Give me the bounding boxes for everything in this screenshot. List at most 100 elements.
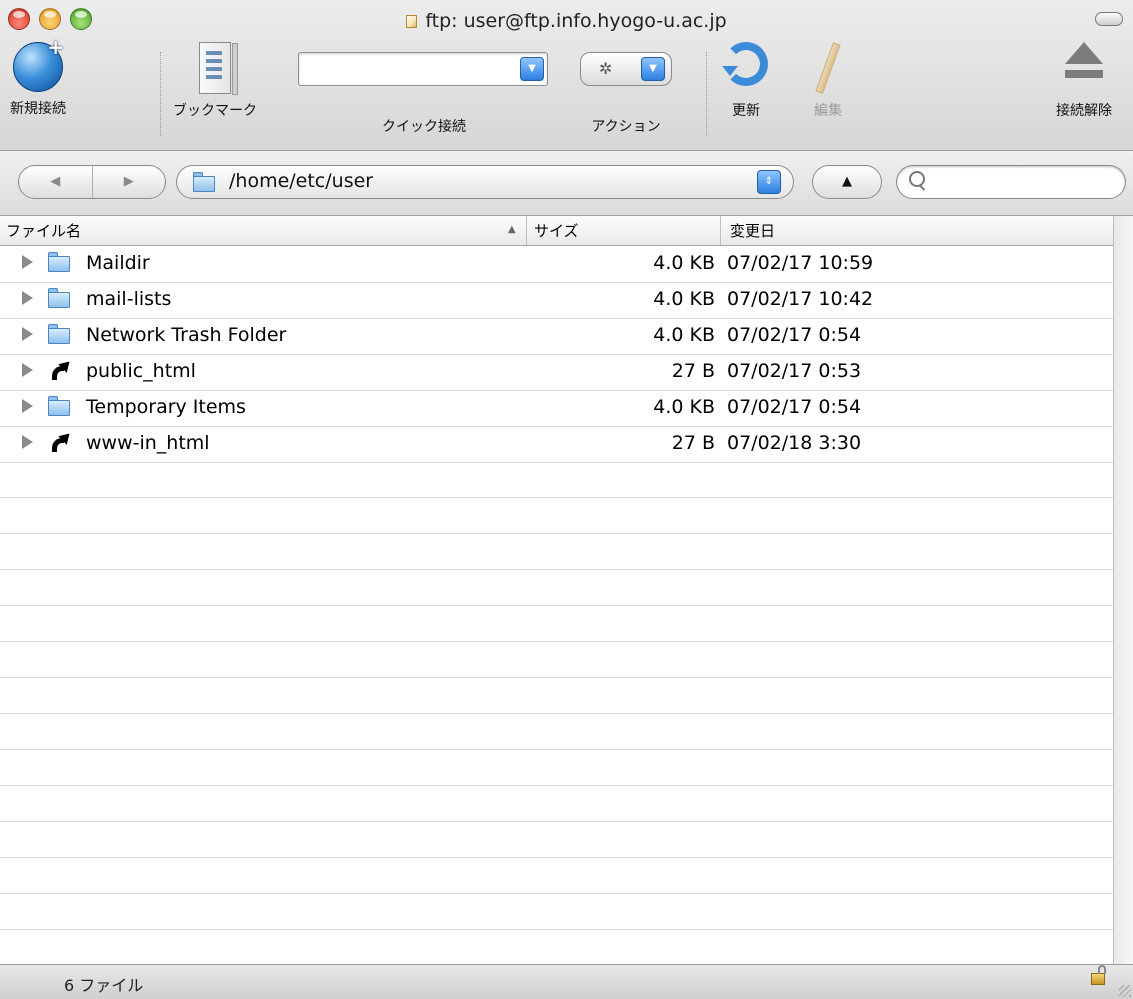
empty-row-line <box>0 605 1113 606</box>
parent-directory-button[interactable]: ▲ <box>812 165 882 199</box>
action-label: アクション <box>591 119 661 135</box>
column-header-row: ファイル名 ▲ サイズ 変更日 <box>0 216 1113 246</box>
file-row[interactable]: public_html 27 B 07/02/17 0:53 <box>0 354 1113 391</box>
quick-connect-caption: クイック接続 <box>334 100 514 136</box>
globe-plus-icon <box>13 35 64 92</box>
file-row[interactable]: Maildir 4.0 KB 07/02/17 10:59 <box>0 246 1113 283</box>
file-count: 6 ファイル <box>64 976 144 995</box>
symlink-icon <box>48 432 70 454</box>
file-name: Network Trash Folder <box>86 324 287 346</box>
new-connection-button[interactable]: 新規接続 <box>2 35 74 118</box>
file-modified: 07/02/17 0:54 <box>727 324 862 346</box>
file-row[interactable]: mail-lists 4.0 KB 07/02/17 10:42 <box>0 282 1113 319</box>
file-list: Maildir 4.0 KB 07/02/17 10:59 mail-lists… <box>0 246 1113 964</box>
file-row[interactable]: Temporary Items 4.0 KB 07/02/17 0:54 <box>0 390 1113 427</box>
bookmark-list-icon <box>199 42 238 95</box>
empty-row-line <box>0 929 1113 930</box>
forward-button[interactable]: ▶ <box>93 166 166 198</box>
search-field[interactable] <box>896 165 1126 199</box>
new-connection-label: 新規接続 <box>10 101 66 117</box>
empty-row-line <box>0 533 1113 534</box>
column-header-name[interactable]: ファイル名 <box>6 220 81 241</box>
edit-label: 編集 <box>814 103 842 119</box>
current-path: /home/etc/user <box>229 170 374 192</box>
disconnect-label: 接続解除 <box>1056 103 1112 119</box>
file-name: mail-lists <box>86 288 172 310</box>
file-modified: 07/02/17 0:54 <box>727 396 862 418</box>
file-modified: 07/02/17 10:42 <box>727 288 874 310</box>
empty-row-line <box>0 749 1113 750</box>
disclosure-triangle-icon[interactable] <box>22 291 33 305</box>
search-input[interactable] <box>931 170 1115 196</box>
empty-row-line <box>0 713 1113 714</box>
pencil-icon <box>815 42 841 94</box>
quick-connect-dropdown-arrow-icon[interactable]: ▼ <box>520 57 544 81</box>
folder-icon <box>193 172 215 192</box>
disclosure-triangle-icon[interactable] <box>22 327 33 341</box>
bookmarks-label: ブックマーク <box>173 103 257 119</box>
empty-row-line <box>0 569 1113 570</box>
file-size: 27 B <box>671 432 715 454</box>
bookmarks-button[interactable]: ブックマーク <box>150 42 280 120</box>
file-name: Maildir <box>86 252 150 274</box>
status-bar: 6 ファイル <box>0 964 1133 999</box>
column-header-modified[interactable]: 変更日 <box>730 220 775 241</box>
gear-icon: ✲ <box>599 59 613 78</box>
empty-row-line <box>0 497 1113 498</box>
column-header-size[interactable]: サイズ <box>534 220 579 241</box>
quick-connect-input[interactable] <box>305 53 509 85</box>
edit-button[interactable]: 編集 <box>788 42 868 120</box>
file-modified: 07/02/18 3:30 <box>727 432 862 454</box>
lock-icon[interactable] <box>1091 965 1106 985</box>
quick-connect-combobox[interactable]: ▼ <box>298 52 548 86</box>
empty-row-line <box>0 821 1113 822</box>
column-divider[interactable] <box>526 216 527 245</box>
navigation-bar: ◀ ▶ /home/etc/user ⇕ ▲ <box>0 151 1133 216</box>
file-name: public_html <box>86 360 196 382</box>
empty-row-line <box>0 857 1113 858</box>
file-size: 4.0 KB <box>653 324 715 346</box>
empty-row-line <box>0 677 1113 678</box>
disclosure-triangle-icon[interactable] <box>22 435 33 449</box>
action-caption: アクション <box>570 100 682 136</box>
path-popup[interactable]: /home/etc/user ⇕ <box>176 165 794 199</box>
quick-connect-label: クイック接続 <box>382 119 466 135</box>
refresh-button[interactable]: 更新 <box>716 42 776 120</box>
search-icon <box>909 171 925 187</box>
disclosure-triangle-icon[interactable] <box>22 363 33 377</box>
disconnect-button[interactable]: 接続解除 <box>1038 42 1130 120</box>
refresh-label: 更新 <box>732 103 760 119</box>
disclosure-triangle-icon[interactable] <box>22 399 33 413</box>
file-modified: 07/02/17 10:59 <box>727 252 874 274</box>
back-button[interactable]: ◀ <box>19 166 93 198</box>
folder-icon <box>48 288 70 308</box>
path-popup-arrows-icon: ⇕ <box>757 170 781 194</box>
toolbar-separator <box>706 52 707 136</box>
folder-icon <box>48 324 70 344</box>
file-name: Temporary Items <box>86 396 246 418</box>
vertical-scrollbar[interactable] <box>1113 216 1133 964</box>
back-forward-control: ◀ ▶ <box>18 165 166 199</box>
empty-row-line <box>0 893 1113 894</box>
file-row[interactable]: Network Trash Folder 4.0 KB 07/02/17 0:5… <box>0 318 1113 355</box>
file-size: 4.0 KB <box>653 396 715 418</box>
action-dropdown-arrow-icon: ▼ <box>641 57 665 81</box>
resize-grip-icon[interactable] <box>1119 985 1131 997</box>
folder-icon <box>48 252 70 272</box>
window-title: ftp: user@ftp.info.hyogo-u.ac.jp <box>425 10 727 32</box>
document-proxy-icon[interactable] <box>406 15 418 28</box>
ftp-window: ftp: user@ftp.info.hyogo-u.ac.jp 新規接続 ブッ… <box>0 0 1133 999</box>
empty-row-line <box>0 641 1113 642</box>
file-row[interactable]: www-in_html 27 B 07/02/18 3:30 <box>0 426 1113 463</box>
file-name: www-in_html <box>86 432 210 454</box>
toolbar-toggle-button[interactable] <box>1095 12 1123 26</box>
eject-icon <box>1065 42 1103 86</box>
sort-ascending-icon: ▲ <box>508 224 516 235</box>
symlink-icon <box>48 360 70 382</box>
column-divider[interactable] <box>720 216 721 245</box>
file-size: 4.0 KB <box>653 288 715 310</box>
file-size: 27 B <box>671 360 715 382</box>
disclosure-triangle-icon[interactable] <box>22 255 33 269</box>
refresh-icon <box>722 42 768 86</box>
action-menu-button[interactable]: ✲ ▼ <box>580 52 672 86</box>
